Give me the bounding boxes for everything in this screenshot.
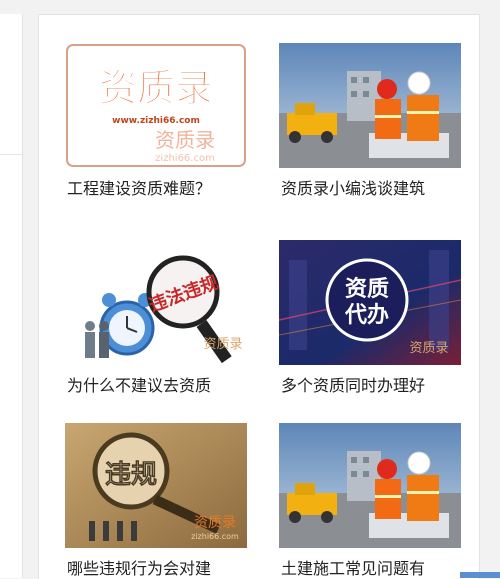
scroll-to-top-tab[interactable] — [460, 572, 500, 578]
article-thumb-4[interactable]: 资质 代办 资质录 — [279, 240, 461, 365]
thumb-4-watermark: 资质录 — [409, 341, 448, 356]
zizhi-daiban-image: 资质 代办 资质录 — [279, 240, 461, 365]
article-grid-card: 资质录 www.zizhi66.com 资质录 zizhi66.com 工程建设… — [38, 14, 480, 579]
thumb-1-headline: 资质录 — [99, 66, 213, 110]
article-title-6[interactable]: 土建施工常见问题有 — [281, 559, 463, 579]
article-title-5[interactable]: 哪些违规行为会对建 — [67, 559, 249, 579]
article-title-3[interactable]: 为什么不建议去资质 — [67, 376, 249, 396]
left-sidebar-panel — [0, 14, 23, 578]
article-thumb-5[interactable]: 违规 资质录 zizhi66.com — [65, 423, 247, 548]
thumb-5-watermark-sub: zizhi66.com — [191, 532, 239, 541]
article-thumb-1[interactable]: 资质录 www.zizhi66.com 资质录 zizhi66.com — [65, 43, 247, 168]
article-title-1[interactable]: 工程建设资质难题？ — [67, 179, 249, 199]
thumb-1-url: www.zizhi66.com — [112, 116, 200, 126]
construction-workers-photo — [279, 43, 461, 168]
clock-magnifier-image: 违法违规 资质录 — [65, 240, 247, 365]
thumb-1-watermark: zizhi66.com — [155, 153, 215, 164]
thumb-5-watermark: 资质录 — [194, 515, 236, 531]
construction-workers-photo — [279, 423, 461, 548]
article-title-4[interactable]: 多个资质同时办理好 — [281, 376, 463, 396]
thumb-4-line1: 资质 — [345, 277, 389, 302]
article-thumb-3[interactable]: 违法违规 资质录 — [65, 240, 247, 365]
thumb-3-watermark: 资质录 — [203, 337, 242, 352]
weigui-magnifier-image: 违规 资质录 zizhi66.com — [65, 423, 247, 548]
zizhilu-logo-image: 资质录 www.zizhi66.com 资质录 zizhi66.com — [65, 43, 247, 168]
article-thumb-2[interactable] — [279, 43, 461, 168]
sidebar-divider — [0, 154, 22, 155]
thumb-1-subline: 资质录 — [155, 128, 215, 152]
thumb-5-headline: 违规 — [105, 460, 157, 490]
thumb-4-line2: 代办 — [344, 303, 389, 328]
article-title-2[interactable]: 资质录小编浅谈建筑 — [281, 179, 463, 199]
article-thumb-6[interactable] — [279, 423, 461, 548]
